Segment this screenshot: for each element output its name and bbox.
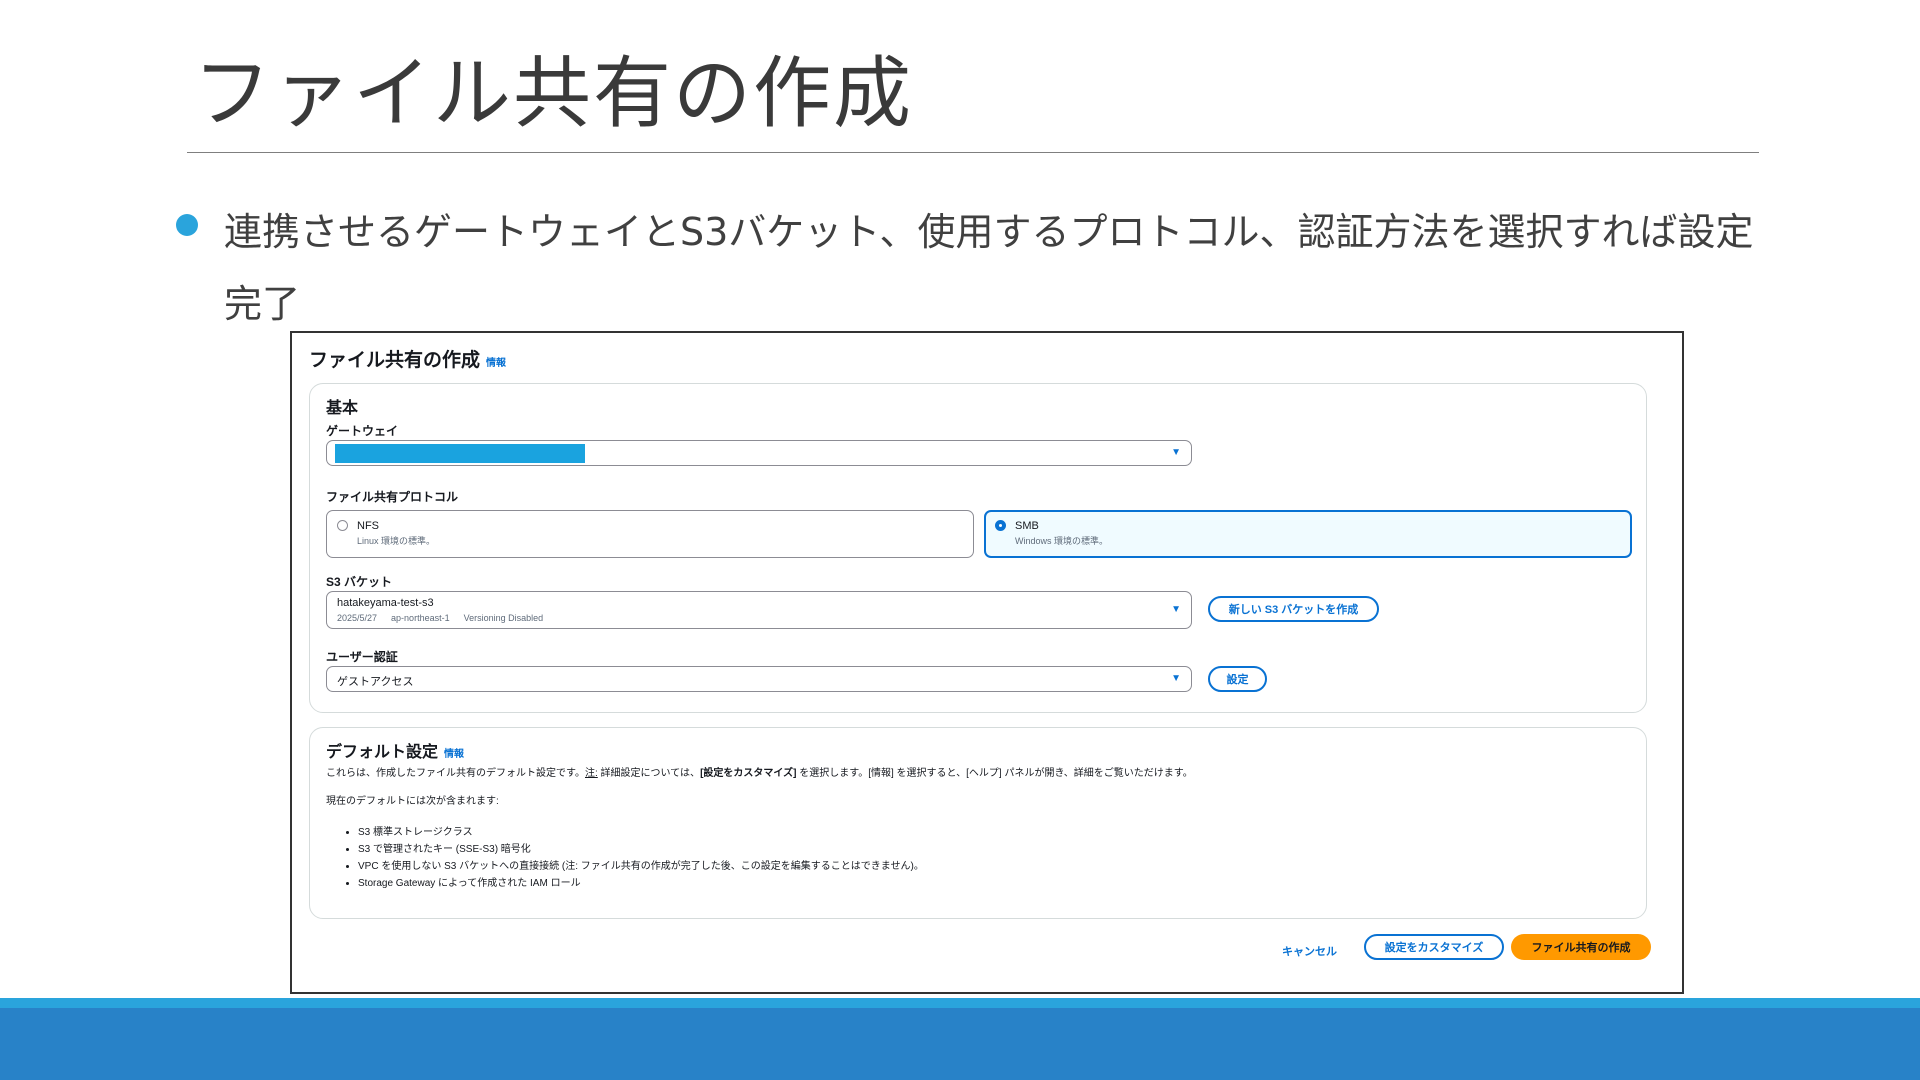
redacted-gateway-value (335, 444, 585, 463)
bucket-versioning: Versioning Disabled (463, 613, 544, 623)
chevron-down-icon: ▼ (1171, 447, 1181, 458)
defaults-description: これらは、作成したファイル共有のデフォルト設定です。注: 詳細設定については、[… (326, 764, 1193, 779)
basic-panel: 基本 ゲートウェイ ▼ ファイル共有プロトコル NFS Linux 環境の標準。… (309, 383, 1647, 713)
desc-part-3: を選択します。[情報] を選択すると、[ヘルプ] パネルが開き、詳細をご覧いただ… (796, 768, 1193, 779)
protocol-option-smb[interactable]: SMB Windows 環境の標準。 (984, 510, 1632, 558)
footer-accent-stripe (0, 998, 1920, 1008)
defaults-heading: デフォルト設定 情報 (326, 738, 464, 762)
desc-part-1: これらは、作成したファイル共有のデフォルト設定です。 (326, 768, 585, 779)
title-divider (187, 152, 1759, 153)
smb-title: SMB (1015, 520, 1039, 532)
bucket-date: 2025/5/27 (337, 613, 378, 623)
bullet-dot-icon (176, 214, 198, 236)
radio-smb[interactable] (995, 520, 1006, 531)
nfs-desc: Linux 環境の標準。 (357, 536, 436, 546)
create-bucket-button[interactable]: 新しい S3 バケットを作成 (1208, 596, 1379, 622)
gateway-label: ゲートウェイ (326, 424, 399, 438)
bucket-select[interactable]: hatakeyama-test-s3 2025/5/27 ap-northeast… (326, 591, 1192, 629)
gateway-select[interactable]: ▼ (326, 440, 1192, 466)
list-item: S3 で管理されたキー (SSE-S3) 暗号化 (358, 841, 924, 858)
desc-part-2: 詳細設定については、 (597, 768, 701, 779)
protocol-label: ファイル共有プロトコル (326, 490, 459, 504)
chevron-down-icon: ▼ (1171, 604, 1181, 615)
list-item: VPC を使用しない S3 バケットへの直接接続 (注: ファイル共有の作成が完… (358, 858, 924, 875)
chevron-down-icon: ▼ (1171, 673, 1181, 684)
basic-heading: 基本 (326, 400, 359, 417)
defaults-panel: デフォルト設定 情報 これらは、作成したファイル共有のデフォルト設定です。注: 詳… (309, 727, 1647, 919)
defaults-heading-text: デフォルト設定 (326, 744, 439, 761)
create-file-share-button[interactable]: ファイル共有の作成 (1511, 934, 1651, 960)
desc-bold: [設定をカスタマイズ] (700, 768, 797, 779)
defaults-includes: 現在のデフォルトには次が含まれます: (326, 796, 499, 807)
form-title-text: ファイル共有の作成 (309, 350, 481, 371)
bullet-text: 連携させるゲートウェイとS3バケット、使用するプロトコル、認証方法を選択すれば設… (224, 210, 1754, 326)
smb-desc: Windows 環境の標準。 (1015, 536, 1109, 546)
cancel-button[interactable]: キャンセル (1282, 943, 1337, 959)
radio-nfs[interactable] (337, 520, 348, 531)
nfs-title: NFS (357, 520, 379, 532)
console-screenshot: ファイル共有の作成 情報 基本 ゲートウェイ ▼ ファイル共有プロトコル NFS … (290, 331, 1684, 994)
info-link[interactable]: 情報 (486, 358, 506, 369)
info-link[interactable]: 情報 (444, 749, 464, 760)
auth-settings-button[interactable]: 設定 (1208, 666, 1267, 692)
list-item: Storage Gateway によって作成された IAM ロール (358, 875, 924, 892)
footer-bar (0, 1008, 1920, 1080)
bucket-region: ap-northeast-1 (391, 613, 450, 623)
protocol-option-nfs[interactable]: NFS Linux 環境の標準。 (326, 510, 974, 558)
form-title: ファイル共有の作成 情報 (309, 345, 506, 372)
slide-title: ファイル共有の作成 (193, 49, 914, 139)
bucket-meta: 2025/5/27 ap-northeast-1 Versioning Disabl… (337, 613, 557, 623)
auth-select[interactable]: ゲストアクセス ▼ (326, 666, 1192, 692)
auth-value: ゲストアクセス (337, 676, 414, 688)
desc-note: 注: (585, 768, 598, 779)
list-item: S3 標準ストレージクラス (358, 824, 924, 841)
bucket-name: hatakeyama-test-s3 (337, 597, 434, 609)
customize-button[interactable]: 設定をカスタマイズ (1364, 934, 1504, 960)
bucket-label: S3 バケット (326, 575, 393, 589)
auth-label: ユーザー認証 (326, 650, 398, 664)
defaults-list: S3 標準ストレージクラス S3 で管理されたキー (SSE-S3) 暗号化 V… (344, 824, 924, 892)
